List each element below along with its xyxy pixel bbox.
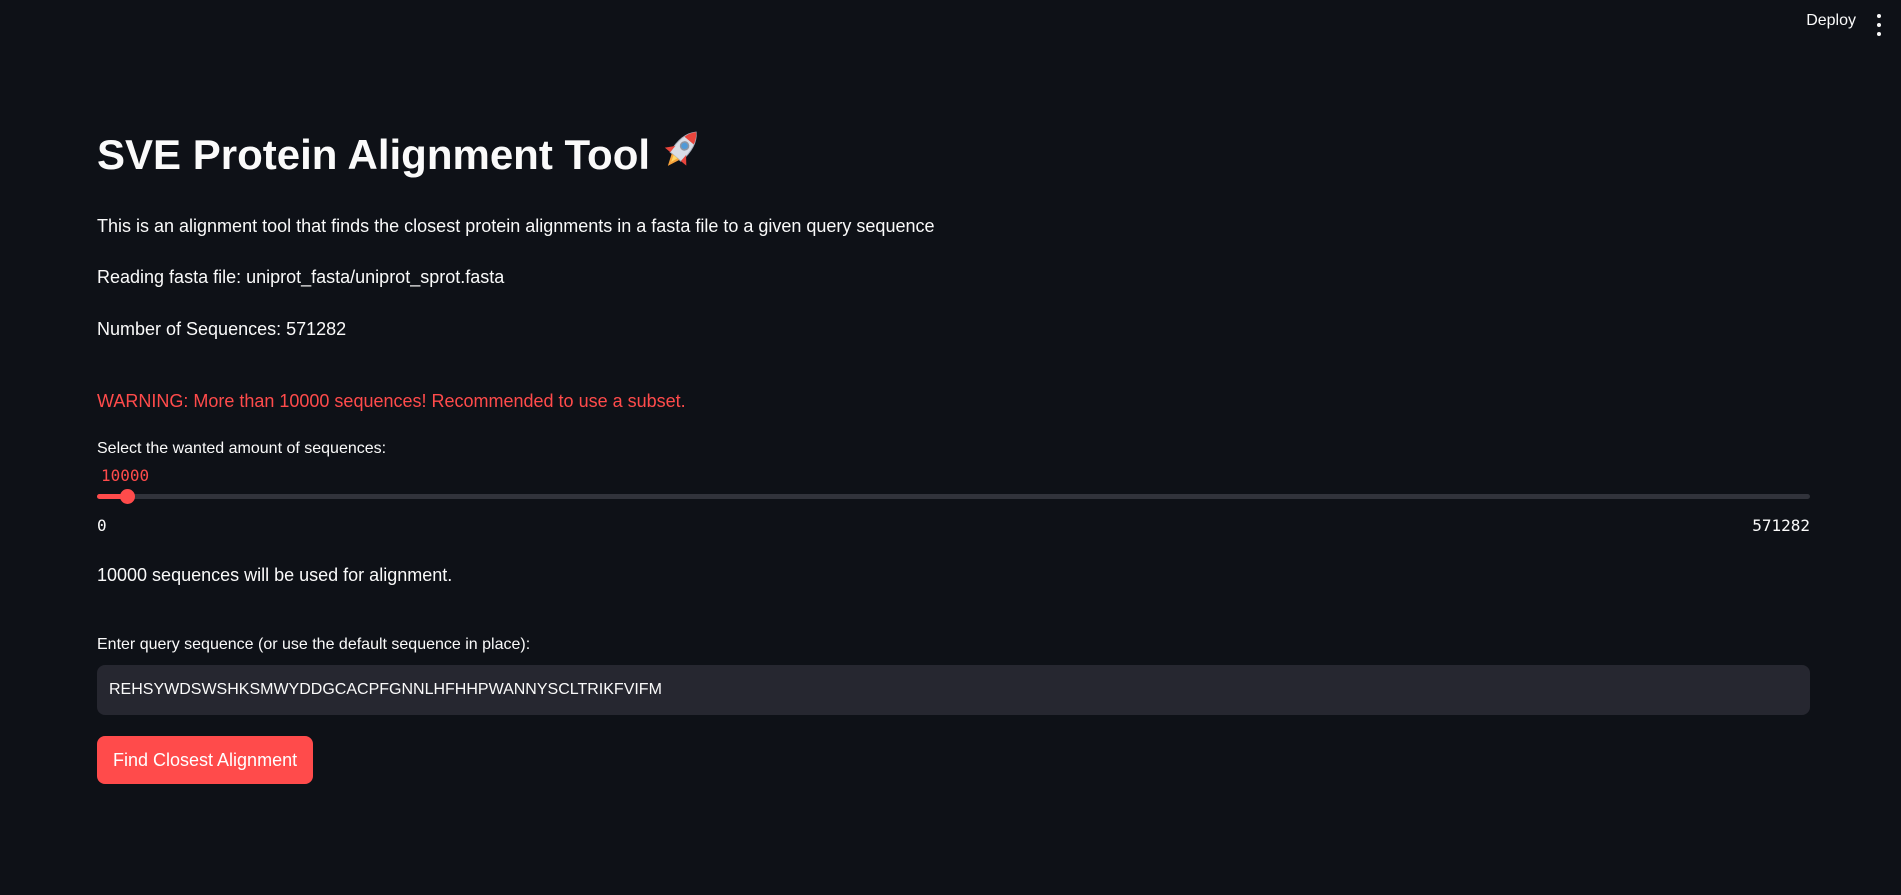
description-text: This is an alignment tool that finds the…: [97, 216, 935, 236]
query-input-label: Enter query sequence (or use the default…: [97, 636, 531, 653]
sequence-count-text: Number of Sequences: 571282: [97, 319, 347, 339]
slider-value: 10000: [101, 466, 150, 485]
deploy-button[interactable]: Deploy: [1806, 12, 1856, 30]
top-bar: Deploy: [0, 0, 1901, 48]
page-title: SVE Protein Alignment Tool: [97, 131, 704, 180]
slider-min-label: 0: [97, 516, 107, 535]
vertical-ellipsis-icon[interactable]: [1871, 14, 1887, 36]
slider-thumb[interactable]: [120, 489, 135, 504]
reading-file-text: Reading fasta file: uniprot_fasta/unipro…: [97, 267, 505, 287]
find-closest-alignment-button[interactable]: Find Closest Alignment: [97, 736, 314, 784]
warning-text: WARNING: More than 10000 sequences! Reco…: [97, 391, 686, 411]
sequence-amount-slider[interactable]: [97, 489, 1810, 504]
query-sequence-input[interactable]: [97, 665, 1810, 715]
sequences-used-text: 10000 sequences will be used for alignme…: [97, 565, 453, 585]
slider-max-label: 571282: [1752, 516, 1810, 535]
rocket-icon: [660, 125, 704, 180]
slider-label: Select the wanted amount of sequences:: [97, 440, 387, 457]
page-title-text: SVE Protein Alignment Tool: [97, 131, 651, 178]
